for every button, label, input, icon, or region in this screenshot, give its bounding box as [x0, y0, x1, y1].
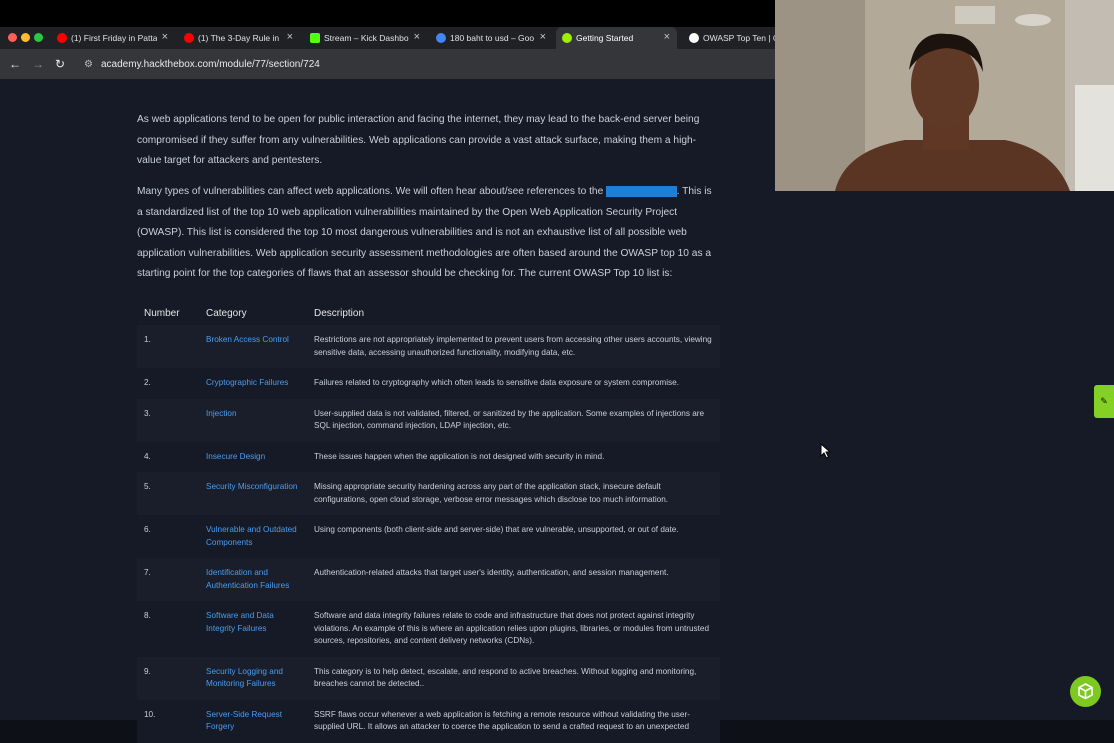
- tab-title: 180 baht to usd – Goo: [450, 33, 535, 43]
- row-description: Restrictions are not appropriately imple…: [307, 325, 720, 368]
- row-description: Authentication-related attacks that targ…: [307, 558, 720, 601]
- row-number: 1.: [137, 325, 199, 368]
- row-description: Failures related to cryptography which o…: [307, 368, 720, 399]
- column-header-description: Description: [314, 307, 365, 319]
- cube-icon[interactable]: [1070, 676, 1101, 707]
- hackthebox-favicon-icon: [562, 33, 572, 43]
- row-description: Software and data integrity failures rel…: [307, 601, 720, 657]
- browser-tab[interactable]: (1) The 3-Day Rule in ×: [184, 27, 293, 49]
- kick-favicon-icon: [310, 33, 320, 43]
- table-row: 9. Security Logging and Monitoring Failur…: [137, 656, 720, 700]
- browser-tab-active[interactable]: Getting Started ×: [556, 27, 677, 49]
- tab-title: (1) The 3-Day Rule in: [198, 33, 280, 43]
- back-arrow-icon[interactable]: ←: [9, 56, 21, 72]
- paragraph-text: Many types of vulnerabilities can affect…: [137, 186, 607, 197]
- address-bar-url: academy.hackthebox.com/module/77/section…: [101, 59, 320, 70]
- category-link[interactable]: Security Logging and Monitoring Failures: [199, 656, 307, 700]
- row-number: 3.: [137, 398, 199, 442]
- webcam-video-frame: [775, 0, 1114, 191]
- owasp-top-10-link[interactable]: OWASP Top 10: [606, 186, 677, 197]
- browser-tab[interactable]: (1) First Friday in Patta ×: [57, 27, 168, 49]
- edit-pencil-button[interactable]: ✎: [1094, 385, 1114, 418]
- reload-icon[interactable]: ↻: [55, 56, 65, 72]
- intro-paragraph: As web applications tend to be open for …: [137, 114, 700, 167]
- site-info-icon[interactable]: ⚙: [84, 55, 93, 75]
- category-link[interactable]: Server-Side Request Forgery: [199, 699, 307, 743]
- row-number: 2.: [137, 368, 199, 399]
- browser-tab[interactable]: Stream – Kick Dashbo ×: [310, 27, 420, 49]
- row-number: 5.: [137, 472, 199, 515]
- browser-tab[interactable]: OWASP Top Ten | OW: [689, 27, 775, 49]
- row-number: 7.: [137, 558, 199, 601]
- table-row: 5. Security Misconfiguration Missing appro…: [137, 472, 720, 515]
- close-tab-icon[interactable]: ×: [414, 31, 420, 43]
- table-row: 1. Broken Access Control Restrictions are …: [137, 325, 720, 368]
- tab-title: OWASP Top Ten | OW: [703, 33, 775, 43]
- category-link[interactable]: Injection: [199, 398, 307, 442]
- row-description: Using components (both client-side and s…: [307, 515, 720, 558]
- maximize-window-button[interactable]: [34, 33, 43, 42]
- row-number: 6.: [137, 515, 199, 558]
- google-favicon-icon: [436, 33, 446, 43]
- paragraph-text: . This is a standardized list of the top…: [137, 186, 712, 280]
- address-bar[interactable]: ⚙ academy.hackthebox.com/module/77/secti…: [82, 55, 772, 75]
- row-description: SSRF flaws occur whenever a web applicat…: [307, 699, 720, 743]
- row-number: 10.: [137, 699, 199, 743]
- cube-glyph: [1078, 683, 1093, 700]
- column-header-category: Category: [206, 307, 247, 319]
- category-link[interactable]: Software and Data Integrity Failures: [199, 601, 307, 657]
- table-row: 3. Injection User-supplied data is not val…: [137, 398, 720, 442]
- tab-title: (1) First Friday in Patta: [71, 33, 157, 43]
- table-row: 8. Software and Data Integrity Failures So…: [137, 601, 720, 657]
- category-link[interactable]: Broken Access Control: [199, 325, 307, 368]
- mouse-cursor-icon: [820, 443, 832, 459]
- youtube-favicon-icon: [57, 33, 67, 43]
- table-row: 10. Server-Side Request Forgery SSRF flaws…: [137, 699, 720, 743]
- tab-title: Getting Started: [576, 33, 634, 43]
- row-description: Missing appropriate security hardening a…: [307, 472, 720, 515]
- owasp-paragraph: Many types of vulnerabilities can affect…: [137, 182, 719, 285]
- close-window-button[interactable]: [8, 33, 17, 42]
- close-tab-icon[interactable]: ×: [287, 31, 293, 43]
- category-link[interactable]: Vulnerable and Outdated Components: [199, 515, 307, 558]
- youtube-favicon-icon: [184, 33, 194, 43]
- row-description: These issues happen when the application…: [307, 441, 720, 472]
- forward-arrow-icon[interactable]: →: [32, 56, 44, 72]
- column-header-number: Number: [144, 307, 180, 319]
- row-description: User-supplied data is not validated, fil…: [307, 398, 720, 442]
- category-link[interactable]: Security Misconfiguration: [199, 472, 307, 515]
- table-row: 2. Cryptographic Failures Failures related…: [137, 368, 720, 399]
- table-row: 4. Insecure Design These issues happen whe…: [137, 441, 720, 472]
- category-link[interactable]: Insecure Design: [199, 441, 307, 472]
- row-number: 9.: [137, 656, 199, 700]
- table-row: 7. Identification and Authentication Fail…: [137, 558, 720, 601]
- webcam-overlay: [775, 0, 1114, 191]
- owasp-favicon-icon: [689, 33, 699, 43]
- table-row: 6. Vulnerable and Outdated Components Usin…: [137, 515, 720, 558]
- minimize-window-button[interactable]: [21, 33, 30, 42]
- row-number: 4.: [137, 441, 199, 472]
- row-description: This category is to help detect, escalat…: [307, 656, 720, 700]
- close-tab-icon[interactable]: ×: [664, 31, 670, 43]
- category-link[interactable]: Cryptographic Failures: [199, 368, 307, 399]
- row-number: 8.: [137, 601, 199, 657]
- category-link[interactable]: Identification and Authentication Failur…: [199, 558, 307, 601]
- owasp-top-10-table: Number Category Description 1. Broken Acc…: [137, 301, 720, 743]
- close-tab-icon[interactable]: ×: [162, 31, 168, 43]
- close-tab-icon[interactable]: ×: [540, 31, 546, 43]
- browser-tab[interactable]: 180 baht to usd – Goo ×: [436, 27, 546, 49]
- tab-title: Stream – Kick Dashbo: [324, 33, 409, 43]
